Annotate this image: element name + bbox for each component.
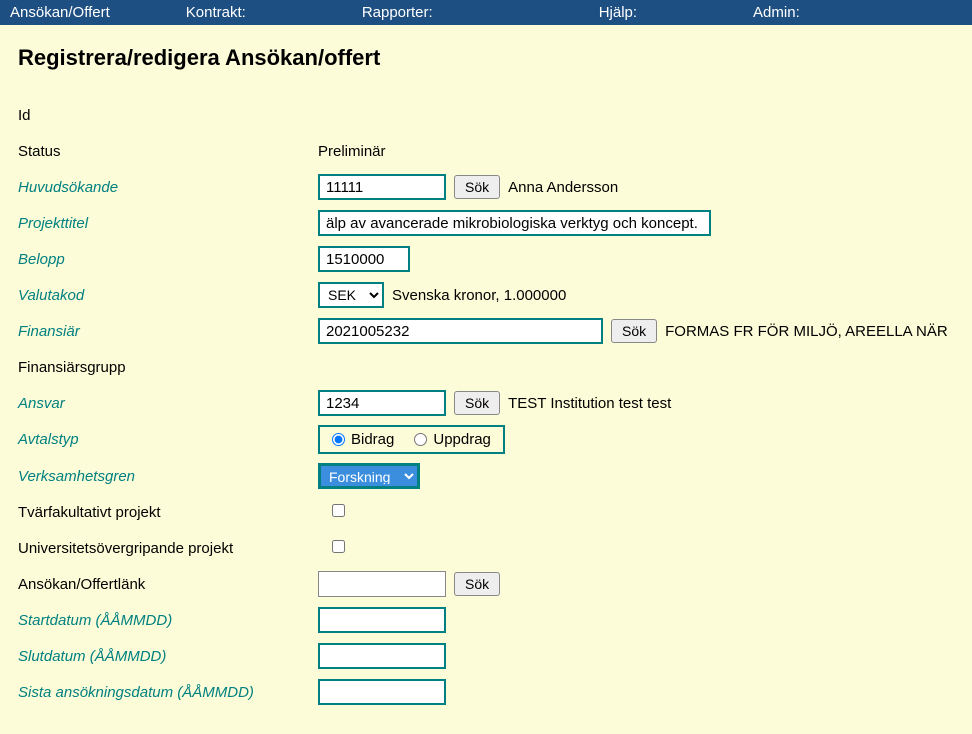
ansvar-input[interactable]: [318, 390, 446, 416]
huvudsokande-input[interactable]: [318, 174, 446, 200]
ansvar-label: Ansvar: [18, 395, 318, 412]
verksamhetsgren-select[interactable]: Forskning: [318, 463, 420, 489]
offertlank-sok-button[interactable]: Sök: [454, 572, 500, 596]
valutakod-label: Valutakod: [18, 287, 318, 304]
univover-checkbox[interactable]: [332, 540, 345, 553]
startdatum-label: Startdatum (ÅÅMMDD): [18, 612, 318, 629]
startdatum-input[interactable]: [318, 607, 446, 633]
radio-bidrag[interactable]: [332, 433, 345, 446]
radio-bidrag-text: Bidrag: [351, 431, 394, 448]
avtalstyp-label: Avtalstyp: [18, 431, 318, 448]
status-value: Preliminär: [318, 143, 386, 160]
huvudsokande-label: Huvudsökande: [18, 179, 318, 196]
radio-uppdrag-label[interactable]: Uppdrag: [414, 431, 491, 448]
nav-hjalp[interactable]: Hjälp:: [583, 4, 737, 21]
tvarfak-label: Tvärfakultativt projekt: [18, 504, 318, 521]
page-title: Registrera/redigera Ansökan/offert: [18, 45, 954, 71]
finansiar-sok-button[interactable]: Sök: [611, 319, 657, 343]
ansvar-sok-button[interactable]: Sök: [454, 391, 500, 415]
huvudsokande-sok-button[interactable]: Sök: [454, 175, 500, 199]
finansiar-label: Finansiär: [18, 323, 318, 340]
status-label: Status: [18, 143, 318, 160]
projekttitel-label: Projekttitel: [18, 215, 318, 232]
slutdatum-label: Slutdatum (ÅÅMMDD): [18, 648, 318, 665]
nav-rapporter[interactable]: Rapporter:: [346, 4, 583, 21]
navbar: Ansökan/Offert Kontrakt: Rapporter: Hjäl…: [0, 0, 972, 25]
nav-ansokan[interactable]: Ansökan/Offert: [0, 4, 170, 21]
sistaansokan-input[interactable]: [318, 679, 446, 705]
offertlank-input[interactable]: [318, 571, 446, 597]
valutakod-desc: Svenska kronor, 1.000000: [392, 287, 566, 304]
content: Registrera/redigera Ansökan/offert Id St…: [0, 25, 972, 734]
huvudsokande-name: Anna Andersson: [508, 179, 618, 196]
avtalstyp-radio-group: Bidrag Uppdrag: [318, 425, 505, 454]
finansiar-input[interactable]: [318, 318, 603, 344]
id-label: Id: [18, 107, 318, 124]
radio-uppdrag-text: Uppdrag: [433, 431, 491, 448]
tvarfak-checkbox[interactable]: [332, 504, 345, 517]
finansiar-desc: FORMAS FR FÖR MILJÖ, AREELLA NÄR: [665, 323, 948, 340]
radio-bidrag-label[interactable]: Bidrag: [332, 431, 394, 448]
valutakod-select[interactable]: SEK: [318, 282, 384, 308]
projekttitel-input[interactable]: [318, 210, 711, 236]
slutdatum-input[interactable]: [318, 643, 446, 669]
sistaansokan-label: Sista ansökningsdatum (ÅÅMMDD): [18, 684, 318, 701]
nav-kontrakt[interactable]: Kontrakt:: [170, 4, 346, 21]
radio-uppdrag[interactable]: [414, 433, 427, 446]
verksamhetsgren-label: Verksamhetsgren: [18, 468, 318, 485]
offertlank-label: Ansökan/Offertlänk: [18, 576, 318, 593]
ansvar-desc: TEST Institution test test: [508, 395, 671, 412]
univover-label: Universitetsövergripande projekt: [18, 540, 318, 557]
finansiarsgrupp-label: Finansiärsgrupp: [18, 359, 318, 376]
belopp-input[interactable]: [318, 246, 410, 272]
nav-admin[interactable]: Admin:: [737, 4, 816, 21]
belopp-label: Belopp: [18, 251, 318, 268]
